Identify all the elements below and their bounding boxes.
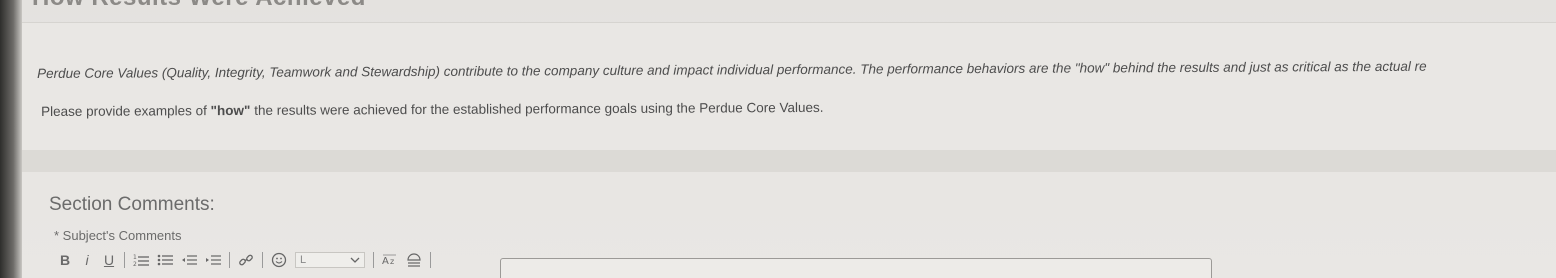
- numbered-list-icon[interactable]: 12: [133, 251, 149, 269]
- subject-comments-editor[interactable]: [500, 258, 1212, 278]
- instructions-suffix: the results were achieved for the establ…: [250, 99, 824, 118]
- screen-bezel: [0, 0, 22, 278]
- bold-icon[interactable]: B: [58, 251, 72, 269]
- link-icon[interactable]: [238, 251, 254, 269]
- svg-text:1: 1: [133, 254, 137, 261]
- underline-icon[interactable]: U: [102, 251, 116, 269]
- toolbar-separator: [373, 252, 374, 268]
- toolbar-separator: [229, 252, 230, 268]
- emoji-icon[interactable]: [271, 251, 287, 269]
- toolbar-separator: [430, 252, 431, 268]
- toolbar-separator: [124, 252, 125, 268]
- svg-text:2: 2: [133, 261, 137, 267]
- spellcheck-icon[interactable]: Az: [382, 251, 398, 269]
- instructions-prefix: Please provide examples of: [41, 103, 211, 119]
- section-comments-title: Section Comments:: [49, 194, 215, 215]
- subject-comments-label: * Subject's Comments: [54, 228, 182, 243]
- bulleted-list-icon[interactable]: [157, 251, 173, 269]
- toolbar-separator: [262, 252, 263, 268]
- review-form-screen: How Results Were Achieved Perdue Core Va…: [0, 0, 1556, 278]
- italic-icon[interactable]: i: [80, 251, 94, 269]
- outdent-icon[interactable]: [181, 251, 197, 269]
- svg-text:A: A: [382, 256, 389, 267]
- indent-icon[interactable]: [205, 251, 221, 269]
- section-divider-band: [22, 150, 1556, 172]
- rich-text-toolbar: B i U 12 L Az: [58, 248, 431, 272]
- description-card: [22, 22, 1556, 151]
- font-size-value: L: [300, 254, 307, 266]
- instructions-how-bold: "how": [210, 102, 251, 119]
- clear-format-icon[interactable]: [406, 251, 422, 269]
- section-title: How Results Were Achieved: [32, 0, 366, 12]
- font-size-dropdown[interactable]: L: [295, 252, 365, 268]
- svg-text:z: z: [390, 257, 394, 266]
- chevron-down-icon: [350, 257, 360, 263]
